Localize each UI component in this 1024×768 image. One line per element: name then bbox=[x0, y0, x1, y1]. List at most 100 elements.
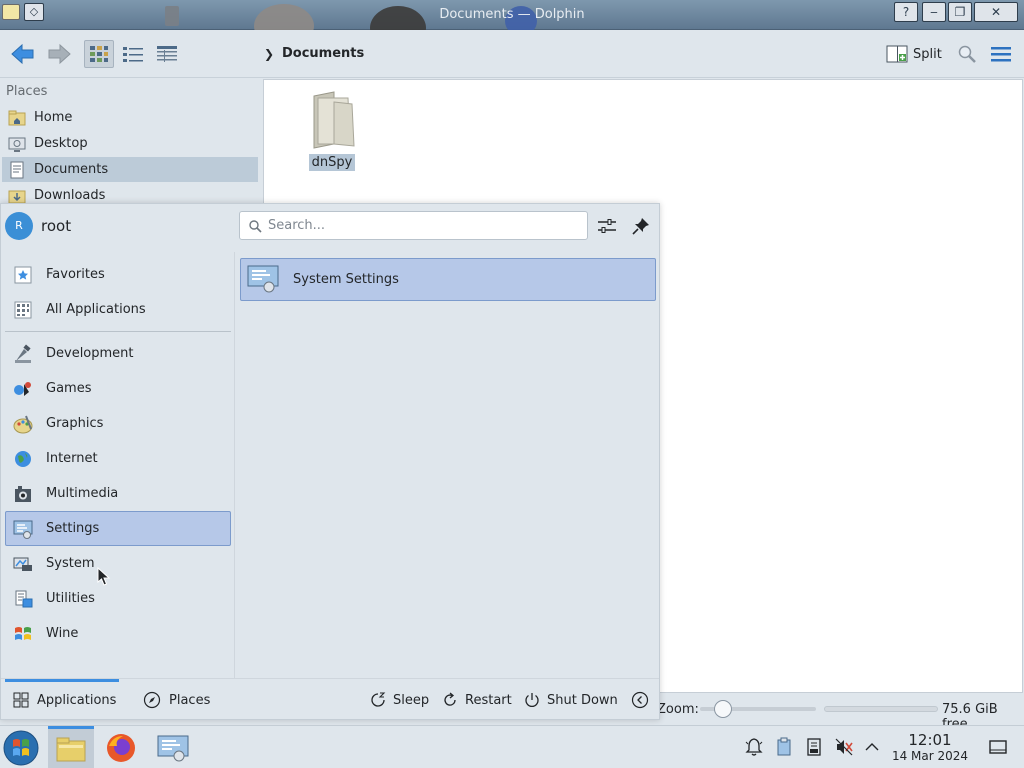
close-button[interactable]: ✕ bbox=[974, 2, 1018, 22]
mouse-cursor-icon bbox=[97, 566, 111, 591]
wine-icon bbox=[12, 623, 34, 645]
search-input[interactable] bbox=[268, 218, 568, 233]
category-multimedia[interactable]: Multimedia bbox=[5, 476, 231, 511]
category-wine[interactable]: Wine bbox=[5, 616, 231, 651]
file-item-dnspy[interactable]: dnSpy bbox=[302, 88, 362, 171]
category-all-applications[interactable]: All Applications bbox=[5, 292, 231, 327]
hamburger-menu-button[interactable] bbox=[986, 40, 1016, 68]
configure-button[interactable] bbox=[595, 214, 619, 238]
forward-button[interactable] bbox=[44, 40, 74, 68]
firefox-icon bbox=[107, 733, 135, 762]
icons-view-button[interactable] bbox=[84, 40, 114, 68]
place-item-documents[interactable]: Documents bbox=[2, 157, 258, 182]
digital-clock[interactable]: 12:01 14 Mar 2024 bbox=[890, 731, 970, 763]
minimize-button[interactable]: ‒ bbox=[922, 2, 946, 22]
application-launcher: R root Favorites All Applications Develo… bbox=[0, 203, 660, 720]
split-label: Split bbox=[913, 46, 942, 62]
tab-places[interactable]: Places bbox=[143, 679, 210, 721]
volume-muted-icon[interactable] bbox=[834, 737, 854, 757]
category-label: Utilities bbox=[46, 591, 95, 606]
multimedia-icon bbox=[12, 483, 34, 505]
application-results: System Settings bbox=[236, 252, 660, 678]
category-games[interactable]: Games bbox=[5, 371, 231, 406]
task-firefox[interactable] bbox=[98, 726, 144, 768]
help-button[interactable]: ? bbox=[894, 2, 918, 22]
leave-more-button[interactable] bbox=[631, 679, 649, 721]
restart-label: Restart bbox=[465, 692, 512, 708]
tab-applications[interactable]: Applications bbox=[5, 679, 119, 721]
system-icon bbox=[12, 553, 34, 575]
zoom-label: Zoom: bbox=[657, 702, 699, 717]
split-button[interactable]: Split bbox=[886, 42, 942, 66]
category-development[interactable]: Development bbox=[5, 336, 231, 371]
zoom-slider-handle[interactable] bbox=[714, 700, 732, 718]
system-settings-icon bbox=[247, 263, 281, 297]
compact-view-icon bbox=[123, 47, 143, 62]
sleep-button[interactable]: Sleep bbox=[369, 679, 429, 721]
shutdown-button[interactable]: Shut Down bbox=[523, 679, 618, 721]
clock-time: 12:01 bbox=[908, 731, 952, 749]
category-utilities[interactable]: Utilities bbox=[5, 581, 231, 616]
internet-icon bbox=[12, 448, 34, 470]
category-label: Internet bbox=[46, 451, 98, 466]
category-list: Favorites All Applications Development G… bbox=[1, 252, 235, 678]
places-heading: Places bbox=[6, 84, 48, 99]
category-favorites[interactable]: Favorites bbox=[5, 257, 231, 292]
free-space-bar bbox=[824, 706, 938, 712]
window-titlebar[interactable]: ◇ Documents — Dolphin ? ‒ ❐ ✕ bbox=[0, 0, 1024, 50]
hamburger-menu-icon bbox=[991, 47, 1011, 62]
power-icon bbox=[525, 693, 539, 707]
place-label: Home bbox=[34, 110, 73, 125]
downloads-folder-icon bbox=[8, 187, 26, 205]
window-title: Documents — Dolphin bbox=[439, 7, 585, 22]
breadcrumb[interactable]: Documents bbox=[282, 46, 364, 61]
notifications-icon[interactable] bbox=[744, 737, 764, 757]
favorites-icon bbox=[12, 264, 34, 286]
file-manager-icon bbox=[56, 737, 86, 762]
development-icon bbox=[12, 343, 34, 365]
category-separator bbox=[5, 331, 231, 332]
breadcrumb-chevron-icon[interactable]: ❯ bbox=[264, 47, 274, 61]
app-item-system-settings[interactable]: System Settings bbox=[240, 258, 656, 301]
category-label: Settings bbox=[46, 521, 100, 536]
app-label: System Settings bbox=[293, 272, 399, 287]
chevron-up-icon[interactable] bbox=[862, 737, 882, 757]
settings-icon bbox=[12, 518, 34, 540]
toolbar: ❯ Documents Split bbox=[0, 30, 1024, 78]
category-label: Games bbox=[46, 381, 92, 396]
task-system-settings[interactable] bbox=[150, 726, 196, 768]
disk-icon[interactable] bbox=[804, 737, 824, 757]
sleep-icon bbox=[371, 692, 386, 707]
search-field[interactable] bbox=[239, 211, 588, 240]
category-settings[interactable]: Settings bbox=[5, 511, 231, 546]
details-view-icon bbox=[157, 46, 177, 62]
compass-icon bbox=[143, 691, 161, 709]
place-item-home[interactable]: Home bbox=[2, 105, 258, 130]
show-desktop-icon[interactable] bbox=[988, 737, 1008, 757]
sleep-label: Sleep bbox=[393, 692, 430, 708]
file-name: dnSpy bbox=[308, 154, 356, 171]
clipboard-icon[interactable] bbox=[774, 737, 794, 757]
start-orb-icon bbox=[3, 730, 39, 766]
back-button[interactable] bbox=[8, 40, 38, 68]
search-button[interactable] bbox=[952, 40, 982, 68]
place-item-desktop[interactable]: Desktop bbox=[2, 131, 258, 156]
category-system[interactable]: System bbox=[5, 546, 231, 581]
category-graphics[interactable]: Graphics bbox=[5, 406, 231, 441]
tab-label: Applications bbox=[37, 692, 117, 708]
chevron-left-circle-icon bbox=[631, 691, 649, 709]
details-view-button[interactable] bbox=[152, 40, 182, 68]
launcher-footer: Applications Places Sleep Restart Shut D… bbox=[1, 678, 659, 720]
category-internet[interactable]: Internet bbox=[5, 441, 231, 476]
compact-view-button[interactable] bbox=[118, 40, 148, 68]
pin-button[interactable] bbox=[629, 214, 653, 238]
sliders-icon bbox=[598, 219, 616, 233]
task-dolphin[interactable] bbox=[48, 726, 94, 768]
category-label: Development bbox=[46, 346, 134, 361]
maximize-button[interactable]: ❐ bbox=[948, 2, 972, 22]
restart-button[interactable]: Restart bbox=[441, 679, 512, 721]
avatar[interactable]: R bbox=[5, 212, 33, 240]
user-info[interactable]: R root bbox=[5, 212, 71, 240]
icons-view-icon bbox=[90, 46, 108, 62]
start-menu-button[interactable] bbox=[2, 729, 40, 767]
